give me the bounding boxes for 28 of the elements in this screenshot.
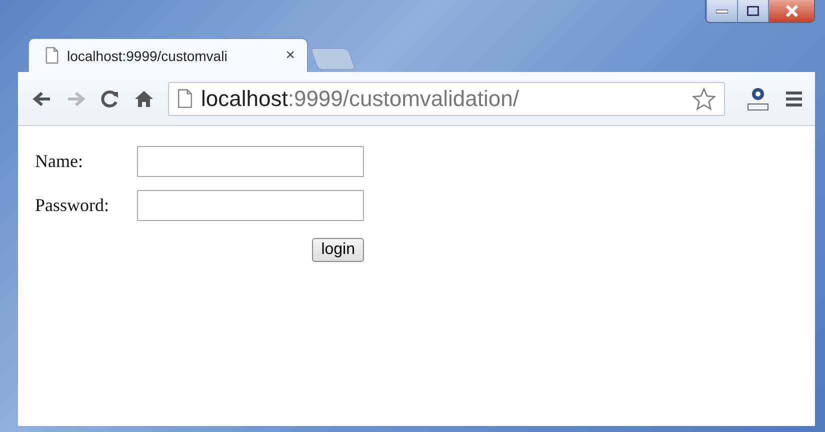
back-arrow-icon [32,90,52,106]
home-button[interactable] [134,88,154,108]
address-bar[interactable]: localhost:9999/customvalidation/ [168,82,725,116]
forward-arrow-icon [66,90,86,106]
back-button[interactable] [32,90,52,106]
tab-close-button[interactable]: × [286,46,295,64]
input-field[interactable] [137,190,364,221]
login-button[interactable]: login [312,238,364,262]
tab-title: localhost:9999/customvali [67,48,228,64]
page-icon [177,88,193,108]
field-label: Name: [35,151,84,172]
reload-button[interactable] [100,88,120,108]
home-icon [134,88,154,108]
url-text: localhost:9999/customvalidation/ [201,86,520,112]
input-field[interactable] [137,146,364,177]
maximize-button[interactable] [737,0,768,22]
browser-tab[interactable]: localhost:9999/customvali × [28,38,308,72]
close-button[interactable] [768,0,814,22]
close-icon [784,5,798,17]
extension-icon[interactable] [745,86,771,112]
reload-icon [100,88,120,108]
star-icon[interactable] [692,86,716,110]
page-icon [45,47,59,64]
field-label: Password: [35,195,110,216]
menu-icon[interactable] [785,90,803,106]
maximize-icon [747,6,759,16]
minimize-button[interactable] [706,0,737,22]
minimize-icon [716,8,728,14]
